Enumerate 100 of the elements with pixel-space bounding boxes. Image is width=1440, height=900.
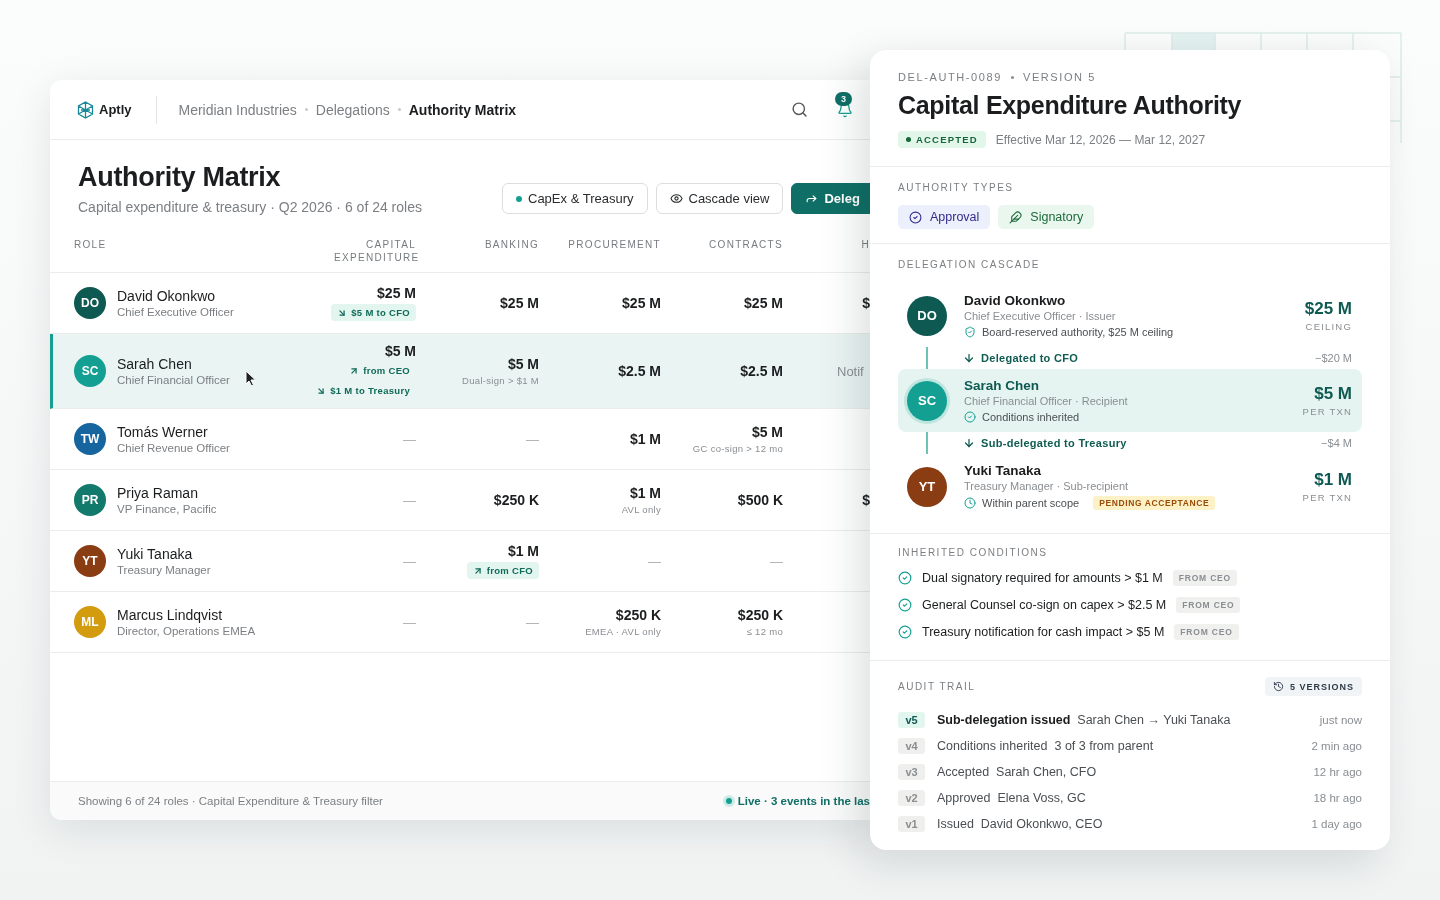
column-header: PROCUREMENT xyxy=(567,238,661,252)
delegation-tag: $5 M to CFO xyxy=(331,304,416,321)
limit-amount: $5 M xyxy=(1314,384,1352,404)
amount-text: $1 M xyxy=(629,431,661,447)
role-row[interactable]: YT Yuki Tanaka Treasury Manager — $1 M from CFO — — xyxy=(50,531,870,592)
delegate-button[interactable]: Deleg xyxy=(791,183,870,214)
version-tag: v1 xyxy=(898,815,925,832)
person-role: Chief Financial Officer · Recipient xyxy=(964,395,1129,407)
shield-check-icon xyxy=(964,326,976,338)
empty-dash: — xyxy=(770,553,783,569)
role-name: Priya Raman xyxy=(117,485,199,501)
person-role: Chief Executive Officer · Issuer xyxy=(964,310,1117,322)
audit-time: 1 day ago xyxy=(1311,817,1362,830)
role-row[interactable]: ML Marcus Lindqvist Director, Operations EMEA — — $250 K EMEA · AVL only $250 K ≤ 12 mo xyxy=(50,592,870,653)
column-header: BANKING xyxy=(483,238,539,252)
cell-note: GC co-sign > 12 mo xyxy=(692,443,783,454)
cascade-card[interactable]: DO David Okonkwo Chief Executive Officer · Issuer Board-reserved authority, $25 M ceiling $25 M CEILING xyxy=(898,284,1362,347)
page-subtitle: Capital expenditure & treasury · Q2 2026 · 6 of 24 roles xyxy=(78,199,423,215)
avatar: DO xyxy=(74,287,106,319)
arrow-up-right-icon xyxy=(349,365,360,376)
search-icon[interactable] xyxy=(791,101,808,118)
version-tag: v5 xyxy=(898,711,925,728)
amount-text: $500 K xyxy=(737,492,783,508)
delegation-tag: $1 M to Treasury xyxy=(310,382,416,399)
empty-dash: — xyxy=(403,492,416,508)
person-name: Yuki Tanaka xyxy=(964,463,1043,478)
panel-title: Capital Expenditure Authority xyxy=(898,91,1243,120)
role-title: VP Finance, Pacific xyxy=(117,503,217,515)
breadcrumb-link[interactable]: Meridian Industries xyxy=(178,101,297,118)
avatar: SC xyxy=(74,355,106,387)
amount-text: $5 M xyxy=(384,343,416,359)
arrow-up-right-icon xyxy=(472,565,483,576)
avatar: DO xyxy=(907,295,947,336)
audit-entry: Accepted Sarah Chen, CFO xyxy=(937,764,1098,779)
amount-text: $ xyxy=(862,295,870,311)
amount-text: $25 M xyxy=(622,295,661,311)
version-tag: v3 xyxy=(898,763,925,780)
notification-count: 3 xyxy=(835,91,852,106)
cell-text: Notif xyxy=(837,363,864,379)
audit-entry: Issued David Okonkwo, CEO xyxy=(937,816,1104,831)
view-button[interactable]: Cascade view xyxy=(655,183,784,214)
empty-dash: — xyxy=(648,553,661,569)
limit-unit: CEILING xyxy=(1305,321,1352,332)
footer-summary: Showing 6 of 24 roles · Capital Expenditure & Treasury filter xyxy=(78,795,384,807)
empty-dash: — xyxy=(403,553,416,569)
amount-text: $5 M xyxy=(507,356,539,372)
versions-badge[interactable]: 5 VERSIONS xyxy=(1264,677,1362,696)
amount-text: $250 K xyxy=(737,607,783,623)
avatar: SC xyxy=(907,380,947,421)
cell-note: Dual-sign > $1 M xyxy=(462,375,539,386)
avatar: YT xyxy=(907,466,947,507)
section-label: AUDIT TRAIL xyxy=(898,681,976,692)
audit-entry: Conditions inherited 3 of 3 from parent xyxy=(937,738,1155,753)
version-text: VERSION 5 xyxy=(1022,71,1097,83)
audit-entry: Sub-delegation issued Sarah Chen → Yuki Tanaka xyxy=(937,712,1232,727)
role-row[interactable]: TW Tomás Werner Chief Revenue Officer — — $1 M $5 M GC co-sign > 12 mo xyxy=(50,409,870,470)
cascade-card[interactable]: YT Yuki Tanaka Treasury Manager · Sub-recipient Within parent scope PENDING ACCEPTANCE $1 M PER TXN xyxy=(898,454,1362,519)
role-name: Sarah Chen xyxy=(117,356,193,372)
audit-time: just now xyxy=(1319,713,1362,726)
amount-text: $ xyxy=(862,492,870,508)
empty-dash: — xyxy=(526,431,539,447)
filter-button[interactable]: CapEx & Treasury xyxy=(502,183,648,214)
role-name: Marcus Lindqvist xyxy=(117,607,224,623)
delegation-tag: from CFO xyxy=(466,562,539,579)
condition-text: Dual signatory required for amounts > $1 M xyxy=(922,571,1163,585)
audit-entry: Approved Elena Voss, GC xyxy=(937,790,1087,805)
column-header: ROLE xyxy=(74,238,108,252)
empty-dash: — xyxy=(403,431,416,447)
person-note: Conditions inherited xyxy=(982,411,1080,423)
column-header: CAPITAL EXPENDITURE xyxy=(333,238,416,265)
section-label: INHERITED CONDITIONS xyxy=(898,547,1049,558)
check-circle-icon xyxy=(909,210,922,224)
role-name: David Okonkwo xyxy=(117,288,217,304)
feather-icon xyxy=(1009,210,1023,224)
cascade-card[interactable]: SC Sarah Chen Chief Financial Officer · Recipient Conditions inherited $5 M PER TXN xyxy=(898,369,1362,432)
reference-text: DEL-AUTH-0089 xyxy=(898,71,1002,83)
role-name: Tomás Werner xyxy=(117,424,209,440)
arrow-down-icon xyxy=(963,437,975,449)
arrow-down-right-icon xyxy=(316,385,327,396)
page-title: Authority Matrix xyxy=(78,162,282,193)
person-note: Board-reserved authority, $25 M ceiling xyxy=(982,326,1174,338)
role-row[interactable]: DO David Okonkwo Chief Executive Officer $25 M $5 M to CFO $25 M $25 M $25 M $ xyxy=(50,273,870,334)
amount-text: $25 M xyxy=(500,295,539,311)
version-tag: v2 xyxy=(898,789,925,806)
role-title: Chief Executive Officer xyxy=(117,306,234,318)
column-header: H xyxy=(860,238,870,252)
breadcrumb-link[interactable]: Delegations xyxy=(315,101,390,118)
person-note: Within parent scope xyxy=(982,497,1080,509)
source-badge: FROM CEO xyxy=(1172,570,1237,586)
amount-text: $2.5 M xyxy=(740,363,783,379)
source-badge: FROM CEO xyxy=(1176,597,1241,613)
avatar: TW xyxy=(74,423,106,455)
app-logo[interactable]: Aptly xyxy=(99,102,132,117)
audit-time: 12 hr ago xyxy=(1313,765,1362,778)
role-title: Chief Revenue Officer xyxy=(117,442,230,454)
role-row[interactable]: SC Sarah Chen Chief Financial Officer $5 M from CEO $1 M to Treasury $5 M Dual-sign > $1 M $2.5 M $2.5 M Notif xyxy=(50,334,870,409)
breadcrumb-link[interactable]: Authority Matrix xyxy=(408,101,517,118)
cursor-icon xyxy=(245,370,257,387)
audit-time: 2 min ago xyxy=(1311,739,1362,752)
role-row[interactable]: PR Priya Raman VP Finance, Pacific — $250 K $1 M AVL only $500 K $ xyxy=(50,470,870,531)
